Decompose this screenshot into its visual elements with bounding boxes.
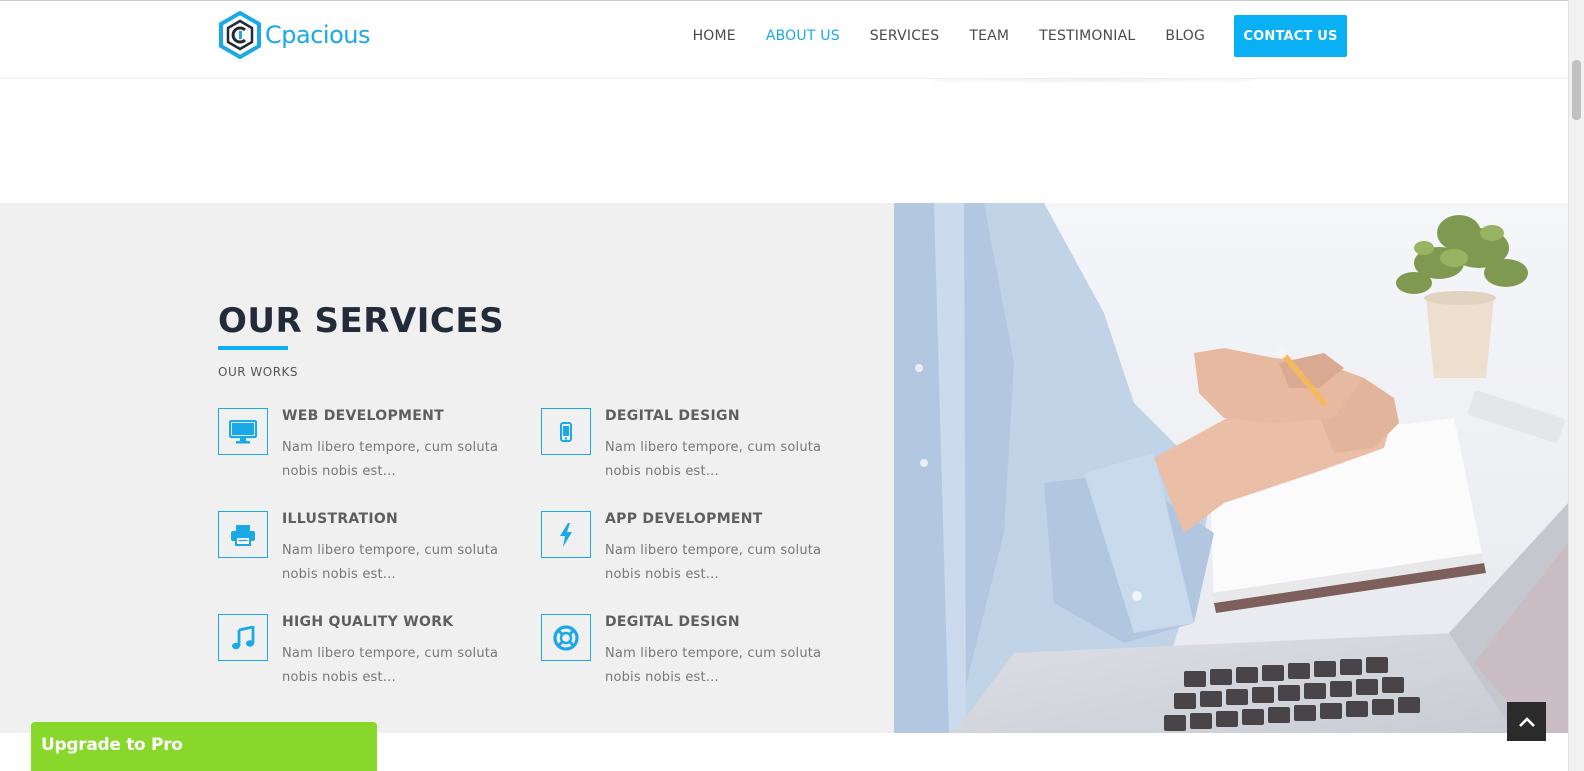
page: Cpacious HOME ABOUT US SERVICES TEAM TES… (0, 0, 1584, 771)
upgrade-to-pro-button[interactable]: Upgrade to Pro (31, 722, 377, 771)
service-title: ILLUSTRATION (282, 511, 399, 527)
page-scrollbar[interactable] (1568, 0, 1584, 771)
section-subtitle: OUR WORKS (218, 365, 299, 379)
mobile-phone-icon (541, 408, 591, 455)
site-header: Cpacious HOME ABOUT US SERVICES TEAM TES… (0, 0, 1568, 79)
hexagon-c-logo-icon (219, 11, 261, 59)
service-description: Nam libero tempore, cum soluta nobis nob… (282, 543, 499, 582)
service-item[interactable]: WEB DEVELOPMENT Nam libero tempore, cum … (218, 408, 518, 498)
brand-name: Cpacious (265, 21, 370, 49)
service-item[interactable]: HIGH QUALITY WORK Nam libero tempore, cu… (218, 614, 518, 704)
nav-services[interactable]: SERVICES (870, 28, 940, 44)
nav-blog[interactable]: BLOG (1165, 28, 1205, 44)
title-underline (218, 346, 288, 350)
services-section: OUR SERVICES OUR WORKS WEB DEVELOPMENT N… (0, 203, 1568, 733)
service-item[interactable]: DEGITAL DESIGN Nam libero tempore, cum s… (541, 614, 841, 704)
service-description: Nam libero tempore, cum soluta nobis nob… (282, 440, 499, 479)
service-title: HIGH QUALITY WORK (282, 614, 454, 630)
service-title: DEGITAL DESIGN (605, 408, 740, 424)
back-to-top-button[interactable] (1507, 702, 1546, 741)
nav-testimonial[interactable]: TESTIMONIAL (1039, 28, 1135, 44)
section-title: OUR SERVICES (218, 301, 505, 341)
nav-home[interactable]: HOME (693, 28, 736, 44)
service-title: DEGITAL DESIGN (605, 614, 740, 630)
site-logo[interactable]: Cpacious (218, 11, 370, 59)
lightning-bolt-icon (541, 511, 591, 558)
office-work-photo (894, 203, 1568, 733)
desktop-monitor-icon (218, 408, 268, 455)
nav-team[interactable]: TEAM (969, 28, 1009, 44)
life-ring-icon (541, 614, 591, 661)
service-description: Nam libero tempore, cum soluta nobis nob… (282, 646, 499, 685)
service-description: Nam libero tempore, cum soluta nobis nob… (605, 646, 822, 685)
chevron-up-icon (1518, 716, 1535, 727)
printer-icon (218, 511, 268, 558)
service-item[interactable]: DEGITAL DESIGN Nam libero tempore, cum s… (541, 408, 841, 498)
service-title: APP DEVELOPMENT (605, 511, 763, 527)
main-nav: HOME ABOUT US SERVICES TEAM TESTIMONIAL … (663, 15, 1347, 57)
service-description: Nam libero tempore, cum soluta nobis nob… (605, 440, 822, 479)
service-item[interactable]: ILLUSTRATION Nam libero tempore, cum sol… (218, 511, 518, 601)
service-item[interactable]: APP DEVELOPMENT Nam libero tempore, cum … (541, 511, 841, 601)
service-description: Nam libero tempore, cum soluta nobis nob… (605, 543, 822, 582)
nav-about-us[interactable]: ABOUT US (766, 28, 840, 44)
services-panel: OUR SERVICES OUR WORKS WEB DEVELOPMENT N… (0, 203, 894, 733)
scrollbar-thumb[interactable] (1572, 60, 1581, 120)
contact-us-button[interactable]: CONTACT US (1234, 15, 1347, 57)
music-note-icon (218, 614, 268, 661)
service-title: WEB DEVELOPMENT (282, 408, 444, 424)
